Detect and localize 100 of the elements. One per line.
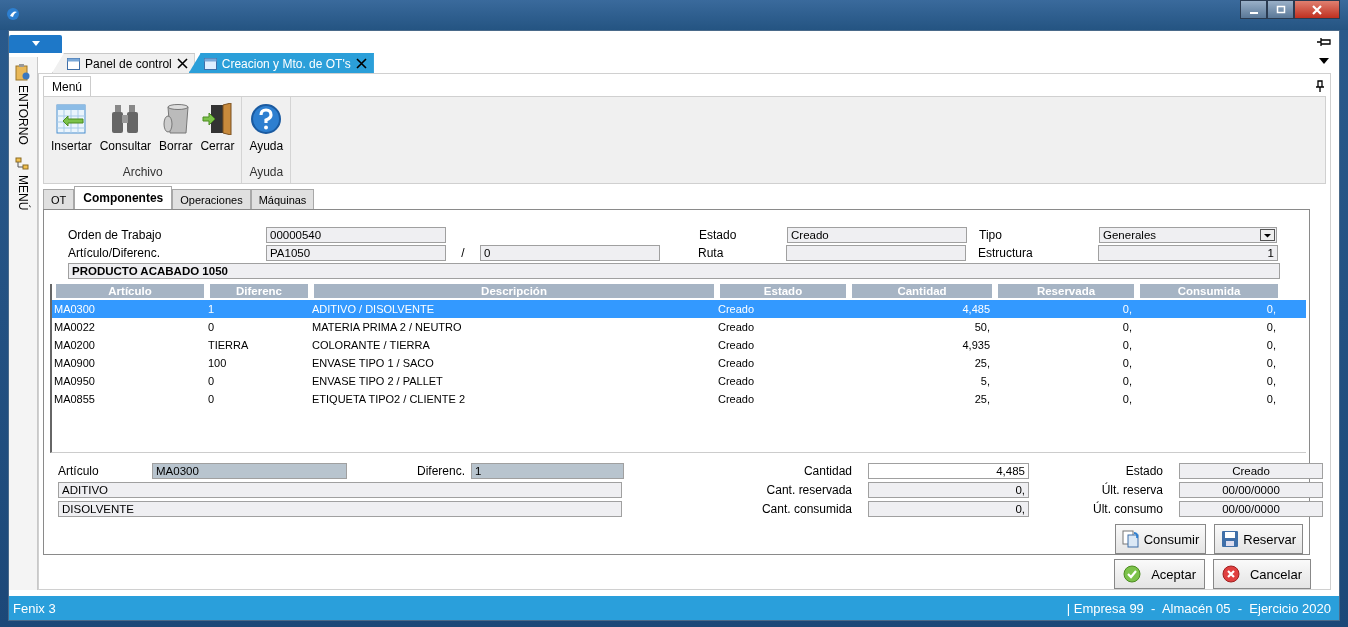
minimize-button[interactable] — [1240, 0, 1267, 19]
input-field[interactable]: 1 — [1098, 245, 1278, 261]
door-exit-icon — [201, 103, 234, 135]
table-row[interactable]: MA0022 0 MATERIA PRIMA 2 / NEUTRO Creado 50, 0, 0, — [52, 318, 1306, 336]
input-field[interactable]: 0, — [868, 500, 1029, 517]
table-cell-text: MATERIA PRIMA 2 / NEUTRO — [312, 321, 463, 333]
input-field[interactable]: 00/00/0000 — [1179, 481, 1323, 498]
table-cell-text: MA0950 — [54, 375, 96, 387]
document-tab[interactable]: Panel de control — [52, 53, 195, 73]
form-tab[interactable]: OT — [43, 189, 75, 209]
table-cell-text: Creado — [718, 303, 756, 315]
close-button[interactable] — [1294, 0, 1340, 19]
ribbon-button[interactable]: Borrar — [156, 101, 196, 165]
input-field[interactable]: 00000540 — [266, 227, 446, 243]
input-field[interactable]: 4,485 — [868, 462, 1029, 479]
field-label: Últ. consumo — [1091, 501, 1164, 516]
action-button[interactable]: Reservar — [1214, 524, 1303, 554]
sidebar-item[interactable]: ENTORNO — [16, 85, 30, 145]
close-icon[interactable] — [176, 58, 188, 69]
table-cell-text: Creado — [718, 393, 756, 405]
table-cell-text: ENVASE TIPO 1 / SACO — [312, 357, 435, 369]
window-icon — [67, 57, 80, 70]
table-cell-text: MA0022 — [54, 321, 96, 333]
group-label: Ayuda — [249, 165, 284, 179]
document-icon — [1121, 530, 1140, 548]
table-cell-text: Creado — [718, 375, 756, 387]
separator-label: / — [460, 246, 466, 260]
status-text: | Empresa 99 - Almacén 05 - Ejercicio 2020 — [1066, 600, 1331, 616]
dialog-button[interactable]: Aceptar — [1114, 559, 1205, 589]
table-cell-text: 0, — [1265, 303, 1276, 315]
table-cell-text: ENVASE TIPO 2 / PALLET — [312, 375, 444, 387]
table-cell-text: 0, — [1121, 393, 1132, 405]
table-row[interactable]: MA0855 0 ETIQUETA TIPO2 / CLIENTE 2 Creado 25, 0, 0, — [52, 390, 1306, 408]
maximize-button[interactable] — [1267, 0, 1294, 19]
app-icon — [6, 7, 20, 21]
table-cell-text: 25, — [973, 357, 990, 369]
table-cell-text: 0 — [208, 321, 216, 333]
close-icon — [1310, 4, 1324, 15]
field-label: Tipo — [979, 228, 1003, 242]
table-cell-text: 1 — [208, 303, 216, 315]
ribbon-button[interactable]: Consultar — [96, 101, 155, 165]
action-button[interactable]: Consumir — [1114, 524, 1207, 554]
input-field[interactable]: 0 — [480, 245, 660, 261]
table-row[interactable]: MA0200 TIERRA COLORANTE / TIERRA Creado 4,935 0, 0, — [52, 336, 1306, 354]
ribbon-button[interactable]: Cerrar — [197, 101, 238, 165]
table-cell-text: 0, — [1121, 375, 1132, 387]
form-tab[interactable]: Máquinas — [250, 189, 315, 209]
table-cell-text: Creado — [718, 321, 756, 333]
form-tab[interactable]: Componentes — [74, 186, 173, 209]
input-field[interactable]: Creado — [787, 227, 967, 243]
input-field[interactable]: Creado — [1179, 462, 1323, 479]
caret-icon — [31, 41, 40, 46]
field-label: Diferenc. — [415, 463, 466, 478]
table-cell-text: Creado — [718, 357, 756, 369]
table-cell-text: ETIQUETA TIPO2 / CLIENTE 2 — [312, 393, 467, 405]
input-field[interactable]: ADITIVO — [58, 481, 622, 498]
dialog-button[interactable]: Cancelar — [1212, 559, 1311, 589]
description-field[interactable]: PRODUCTO ACABADO 1050 — [68, 263, 1280, 279]
field-label: Orden de Trabajo — [68, 228, 163, 242]
table-cell-text: 0, — [1121, 321, 1132, 333]
ribbon-tab[interactable]: Menú — [43, 76, 92, 96]
table-row[interactable]: MA0950 0 ENVASE TIPO 2 / PALLET Creado 5, 0, 0, — [52, 372, 1306, 390]
ribbon-button[interactable]: Insertar — [48, 101, 95, 165]
table-cell-text: 50, — [973, 321, 990, 333]
window-icon — [203, 57, 217, 70]
input-field[interactable]: 00/00/0000 — [1179, 500, 1323, 517]
dropdown-field[interactable]: Generales — [1099, 227, 1277, 243]
field-label: Estado — [1124, 463, 1164, 478]
close-icon[interactable] — [355, 58, 367, 69]
table-cell-text: 4,935 — [961, 339, 990, 351]
clipboard-icon[interactable] — [15, 63, 31, 81]
input-field[interactable] — [786, 245, 966, 261]
table-cell-text: 0, — [1121, 339, 1132, 351]
field-label: Cantidad — [802, 463, 853, 478]
table-cell-text: 0 — [208, 375, 216, 387]
table-cell-text: 0, — [1265, 339, 1276, 351]
table-row[interactable]: MA0900 100 ENVASE TIPO 1 / SACO Creado 25, 0, 0, — [52, 354, 1306, 372]
table-cell-text: TIERRA — [208, 339, 250, 351]
pin-icon[interactable] — [1316, 80, 1324, 92]
sidebar-item[interactable]: MENÚ — [16, 174, 30, 211]
input-field[interactable]: 0, — [868, 481, 1029, 498]
ribbon-button[interactable]: Ayuda — [246, 101, 287, 165]
input-field[interactable]: 1 — [471, 462, 624, 479]
app-menu-button[interactable] — [9, 34, 62, 53]
table-cell-text: Creado — [718, 339, 756, 351]
pin-icon[interactable] — [1317, 37, 1331, 47]
form-tab[interactable]: Operaciones — [172, 189, 251, 209]
minimize-icon — [1249, 11, 1258, 14]
table-cell-text: MA0200 — [54, 339, 96, 351]
table-cell-text: 0, — [1121, 357, 1132, 369]
table-cell-text: ADITIVO / DISOLVENTE — [312, 303, 436, 315]
input-field[interactable]: MA0300 — [152, 462, 347, 479]
input-field[interactable]: PA1050 — [266, 245, 446, 261]
tree-icon[interactable] — [15, 156, 31, 171]
input-field[interactable]: DISOLVENTE — [58, 500, 622, 517]
field-label: Ruta — [698, 246, 725, 260]
table-cell-text: 25, — [973, 393, 990, 405]
table-cell-text: MA0855 — [54, 393, 96, 405]
group-label: Archivo — [122, 165, 163, 179]
dropdown-arrow-icon[interactable] — [1319, 58, 1329, 64]
